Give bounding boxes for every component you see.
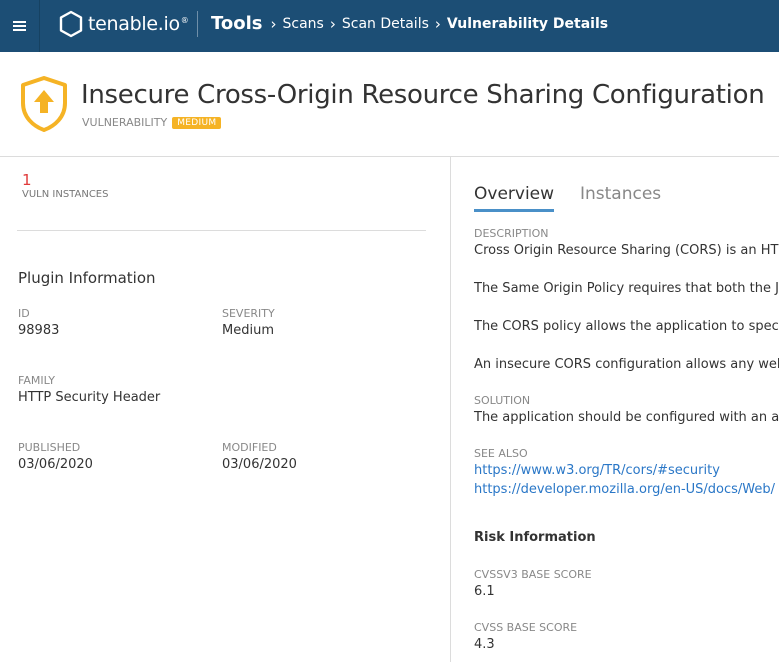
vuln-instances-count[interactable]: 1	[22, 171, 32, 189]
divider	[17, 230, 426, 231]
page-title: Insecure Cross-Origin Resource Sharing C…	[81, 80, 765, 110]
solution-text: The application should be configured wit…	[474, 410, 779, 425]
modified-label: MODIFIED	[222, 441, 277, 454]
chevron-right-icon: ›	[329, 14, 336, 33]
breadcrumb-current: Vulnerability Details	[446, 15, 609, 32]
left-panel: 1 VULN INSTANCES Plugin Information ID 9…	[0, 157, 451, 662]
hexagon-logo-icon	[59, 10, 83, 38]
cvss-value: 4.3	[474, 637, 495, 652]
see-also-link[interactable]: https://www.w3.org/TR/cors/#security	[474, 463, 720, 478]
severity-badge: MEDIUM	[172, 116, 222, 129]
published-label: PUBLISHED	[18, 441, 81, 454]
modified-value: 03/06/2020	[222, 457, 297, 472]
cvssv3-label: CVSSV3 BASE SCORE	[474, 568, 592, 581]
family-value: HTTP Security Header	[18, 390, 161, 405]
type-label: VULNERABILITY	[82, 116, 168, 129]
description-paragraph: The Same Origin Policy requires that bot…	[474, 281, 779, 296]
published-value: 03/06/2020	[18, 457, 93, 472]
page-header: Insecure Cross-Origin Resource Sharing C…	[0, 52, 779, 157]
top-nav-bar: tenable.io® Tools › Scans › Scan Details…	[0, 0, 779, 52]
severity-label: SEVERITY	[222, 307, 275, 320]
chevron-right-icon: ›	[434, 14, 441, 33]
tab-instances[interactable]: Instances	[580, 184, 661, 209]
right-panel: Overview Instances DESCRIPTION Cross Ori…	[452, 157, 779, 662]
chevron-right-icon: ›	[270, 14, 277, 33]
topbar-divider	[197, 11, 198, 37]
id-value: 98983	[18, 323, 60, 338]
see-also-link[interactable]: https://developer.mozilla.org/en-US/docs…	[474, 482, 775, 497]
solution-label: SOLUTION	[474, 394, 531, 407]
breadcrumb: Tools › Scans › Scan Details › Vulnerabi…	[211, 13, 608, 34]
description-paragraph: The CORS policy allows the application t…	[474, 319, 779, 334]
hamburger-icon	[13, 19, 26, 33]
tenable-logo[interactable]: tenable.io®	[58, 9, 189, 39]
page-subtitle: VULNERABILITY MEDIUM	[82, 116, 222, 129]
breadcrumb-item-scan-details[interactable]: Scan Details	[342, 16, 429, 32]
plugin-information-heading: Plugin Information	[18, 269, 156, 287]
description-label: DESCRIPTION	[474, 227, 549, 240]
cvssv3-value: 6.1	[474, 584, 495, 599]
risk-information-heading: Risk Information	[474, 530, 596, 545]
see-also-label: SEE ALSO	[474, 447, 528, 460]
family-label: FAMILY	[18, 374, 55, 387]
vuln-instances-label: VULN INSTANCES	[22, 189, 109, 200]
severity-shield-icon	[21, 76, 67, 132]
description-paragraph: An insecure CORS configuration allows an…	[474, 357, 779, 372]
id-label: ID	[18, 307, 30, 320]
cvss-label: CVSS BASE SCORE	[474, 621, 578, 634]
hamburger-menu-button[interactable]	[0, 0, 40, 52]
tab-overview[interactable]: Overview	[474, 184, 555, 212]
breadcrumb-root-tools[interactable]: Tools	[211, 13, 263, 34]
severity-value: Medium	[222, 323, 274, 338]
logo-text: tenable.io®	[88, 13, 189, 35]
description-paragraph: Cross Origin Resource Sharing (CORS) is …	[474, 243, 779, 258]
breadcrumb-item-scans[interactable]: Scans	[283, 16, 324, 32]
